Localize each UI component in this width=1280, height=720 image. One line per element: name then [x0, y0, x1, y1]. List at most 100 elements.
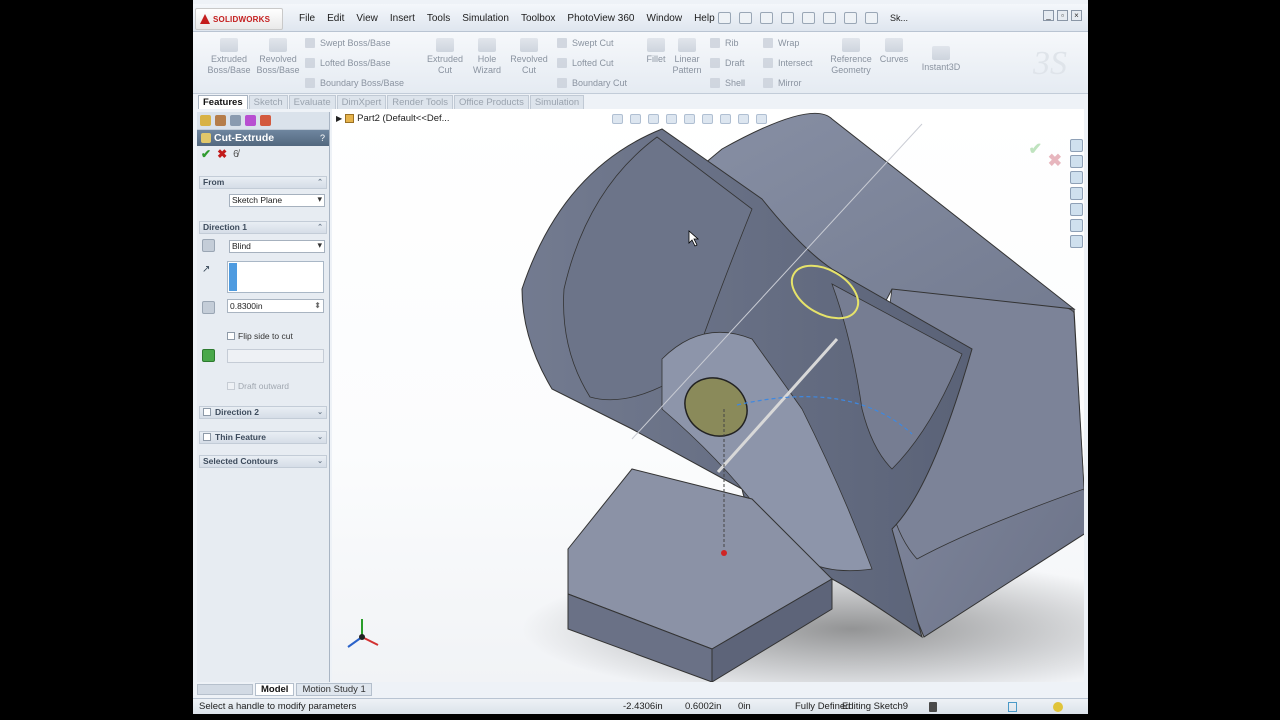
view-orientation-icon[interactable] [684, 114, 695, 124]
extruded-boss-button[interactable]: Extruded Boss/Base [203, 38, 255, 76]
menu-help[interactable]: Help [688, 12, 721, 26]
draft-toggle-icon[interactable] [202, 349, 215, 362]
feature-manager-icon[interactable] [200, 115, 211, 126]
units-icon[interactable] [1008, 702, 1017, 712]
confirm-cancel-icon[interactable]: ✖ [1048, 151, 1062, 171]
tab-simulation[interactable]: Simulation [529, 95, 585, 109]
resources-icon[interactable] [1070, 139, 1083, 152]
appearance-icon[interactable] [738, 114, 749, 124]
tab-render-tools[interactable]: Render Tools [387, 95, 454, 109]
lofted-cut-button[interactable]: Lofted Cut [557, 58, 614, 68]
reference-geometry-button[interactable]: Reference Geometry [827, 38, 875, 76]
hole-wizard-button[interactable]: Hole Wizard [469, 38, 505, 76]
shell-button[interactable]: Shell [710, 78, 745, 88]
zoom-area-icon[interactable] [630, 114, 641, 124]
save-icon[interactable] [760, 12, 773, 24]
help-status-icon[interactable] [1053, 702, 1063, 712]
revolved-cut-button[interactable]: Revolved Cut [505, 38, 553, 76]
file-explorer-icon[interactable] [1070, 171, 1083, 184]
select-icon[interactable] [823, 12, 836, 24]
configuration-manager-icon[interactable] [230, 115, 241, 126]
menu-file[interactable]: File [293, 12, 321, 26]
ok-button[interactable]: ✔ [201, 147, 211, 161]
close-icon[interactable]: × [1071, 10, 1082, 21]
boundary-boss-button[interactable]: Boundary Boss/Base [305, 78, 404, 88]
menu-insert[interactable]: Insert [384, 12, 421, 26]
depth-input[interactable]: 0.8300in [227, 299, 324, 313]
menu-view[interactable]: View [350, 12, 384, 26]
detailed-preview-icon[interactable]: 6̸ [233, 149, 239, 160]
print-icon[interactable] [781, 12, 794, 24]
design-library-icon[interactable] [1070, 155, 1083, 168]
boundary-cut-button[interactable]: Boundary Cut [557, 78, 627, 88]
selected-contours-group-header[interactable]: Selected Contours ⌄ [199, 455, 327, 468]
menu-photoview[interactable]: PhotoView 360 [561, 12, 640, 26]
minimize-icon[interactable]: _ [1043, 10, 1054, 21]
tab-scroll-buttons[interactable] [197, 684, 253, 695]
curves-button[interactable]: Curves [877, 38, 911, 65]
options-icon[interactable] [865, 12, 878, 24]
lofted-boss-button[interactable]: Lofted Boss/Base [305, 58, 391, 68]
tab-model[interactable]: Model [255, 683, 295, 696]
scene-icon[interactable] [756, 114, 767, 124]
end-condition-select[interactable]: Blind [229, 240, 325, 253]
graphics-area[interactable]: ▶ Part2 (Default<<Def... ✔ ✖ [332, 109, 1084, 682]
menu-toolbox[interactable]: Toolbox [515, 12, 561, 26]
search-commands-input[interactable]: Sk... [890, 13, 908, 23]
menu-simulation[interactable]: Simulation [456, 12, 515, 26]
menu-edit[interactable]: Edit [321, 12, 350, 26]
intersect-button[interactable]: Intersect [763, 58, 813, 68]
expand-arrow-icon[interactable]: ▶ [336, 114, 342, 123]
help-icon[interactable]: ? [320, 130, 325, 146]
from-select[interactable]: Sketch Plane [229, 194, 325, 207]
swept-cut-button[interactable]: Swept Cut [557, 38, 614, 48]
instant3d-button[interactable]: Instant3D [915, 46, 967, 73]
solidworks-logo[interactable]: SOLIDWORKS [195, 8, 283, 30]
menu-tools[interactable]: Tools [421, 12, 456, 26]
checkbox-icon[interactable] [203, 433, 211, 441]
reverse-direction-icon[interactable] [202, 239, 215, 252]
tab-office-products[interactable]: Office Products [454, 95, 529, 109]
fillet-button[interactable]: Fillet [643, 38, 669, 65]
dimxpert-manager-icon[interactable] [245, 115, 256, 126]
hide-show-icon[interactable] [720, 114, 731, 124]
appearances-icon[interactable] [1070, 203, 1083, 216]
tab-motion-study[interactable]: Motion Study 1 [296, 683, 372, 696]
draft-button[interactable]: Draft [710, 58, 745, 68]
rib-button[interactable]: Rib [710, 38, 739, 48]
feature-tree-root[interactable]: ▶ Part2 (Default<<Def... [336, 113, 450, 124]
model-view[interactable] [332, 109, 1084, 682]
view-palette-icon[interactable] [1070, 187, 1083, 200]
revolved-boss-button[interactable]: Revolved Boss/Base [253, 38, 303, 76]
tab-sketch[interactable]: Sketch [248, 95, 288, 109]
open-icon[interactable] [739, 12, 752, 24]
extruded-cut-button[interactable]: Extruded Cut [419, 38, 471, 76]
thin-feature-group-header[interactable]: Thin Feature ⌄ [199, 431, 327, 444]
previous-view-icon[interactable] [648, 114, 659, 124]
checkbox-icon[interactable] [203, 408, 211, 416]
tab-features[interactable]: Features [198, 95, 248, 109]
tab-evaluate[interactable]: Evaluate [288, 95, 336, 109]
direction-selection-box[interactable] [227, 261, 324, 293]
section-view-icon[interactable] [666, 114, 677, 124]
flip-side-checkbox[interactable]: Flip side to cut [227, 331, 293, 341]
undo-icon[interactable] [802, 12, 815, 24]
toolbox-icon[interactable] [1070, 235, 1083, 248]
display-manager-icon[interactable] [260, 115, 271, 126]
direction1-group-header[interactable]: Direction 1 ⌃ [199, 221, 327, 234]
wrap-button[interactable]: Wrap [763, 38, 799, 48]
mirror-button[interactable]: Mirror [763, 78, 802, 88]
display-style-icon[interactable] [702, 114, 713, 124]
swept-boss-button[interactable]: Swept Boss/Base [305, 38, 391, 48]
rebuild-icon[interactable] [844, 12, 857, 24]
restore-icon[interactable]: ▫ [1057, 10, 1068, 21]
menu-window[interactable]: Window [641, 12, 689, 26]
linear-pattern-button[interactable]: Linear Pattern [669, 38, 705, 76]
from-group-header[interactable]: From ⌃ [199, 176, 327, 189]
zoom-to-fit-icon[interactable] [612, 114, 623, 124]
cancel-button[interactable]: ✖ [217, 147, 227, 161]
direction2-group-header[interactable]: Direction 2 ⌄ [199, 406, 327, 419]
confirm-ok-icon[interactable]: ✔ [1029, 139, 1042, 159]
new-icon[interactable] [718, 12, 731, 24]
tab-dimxpert[interactable]: DimXpert [336, 95, 387, 109]
